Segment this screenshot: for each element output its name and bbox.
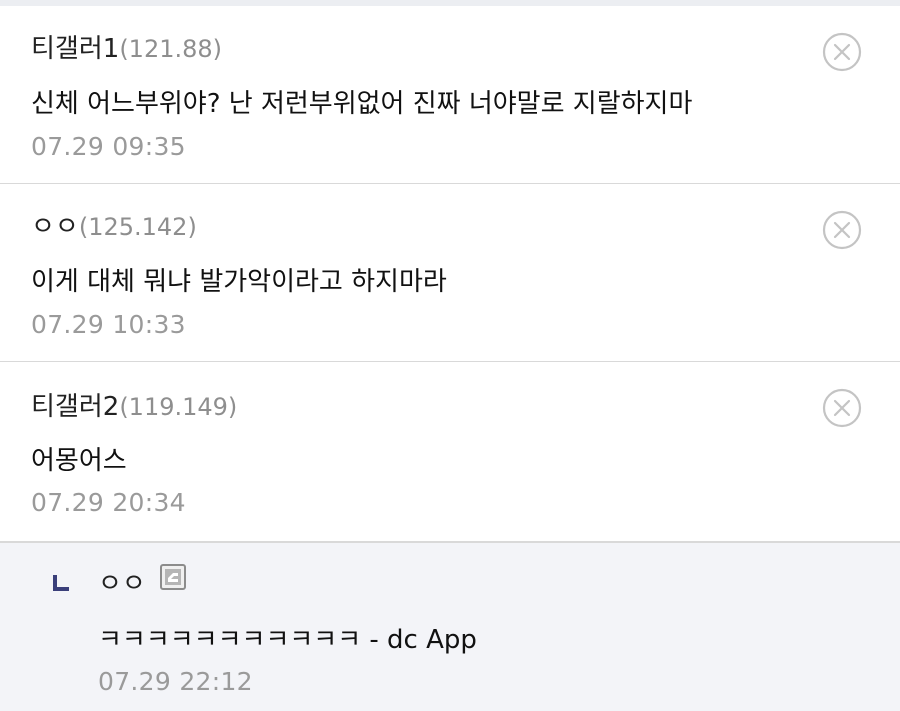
close-circle-icon	[822, 210, 862, 250]
reply-timestamp: 07.29 22:12	[98, 667, 253, 696]
comment-author[interactable]: 티갤러2	[31, 392, 119, 422]
comment-item: 티갤러1(121.88) 신체 어느부위야? 난 저런부위없어 진짜 너야말로 …	[0, 6, 900, 184]
comment-author[interactable]: 티갤러1	[31, 34, 119, 64]
reply-arrow-icon	[53, 575, 69, 591]
reply-author[interactable]: ㅇㅇ	[98, 563, 146, 600]
comment-author[interactable]: ㅇㅇ	[31, 212, 79, 242]
comment-author-line: 티갤러2(119.149)	[31, 386, 237, 423]
comment-ip: (119.149)	[119, 393, 238, 421]
comment-timestamp: 07.29 20:34	[31, 488, 186, 517]
comment-item: ㅇㅇ(125.142) 이게 대체 뭐냐 발가악이라고 하지마라 07.29 1…	[0, 184, 900, 362]
comment-timestamp: 07.29 10:33	[31, 310, 186, 339]
delete-comment-button[interactable]	[822, 32, 862, 72]
comment-author-line: ㅇㅇ(125.142)	[31, 206, 197, 243]
reply-item: ㅇㅇ ㅋㅋㅋㅋㅋㅋㅋㅋㅋㅋㅋ - dc App 07.29 22:12	[0, 543, 900, 711]
comment-body: 신체 어느부위야? 난 저런부위없어 진짜 너야말로 지랄하지마	[31, 89, 693, 119]
comment-body: 이게 대체 뭐냐 발가악이라고 하지마라	[31, 267, 447, 297]
comment-ip: (125.142)	[78, 213, 197, 241]
comment-author-line: 티갤러1(121.88)	[31, 28, 222, 65]
close-circle-icon	[822, 388, 862, 428]
delete-comment-button[interactable]	[822, 210, 862, 250]
reply-body: ㅋㅋㅋㅋㅋㅋㅋㅋㅋㅋㅋ - dc App	[98, 625, 477, 655]
comment-timestamp: 07.29 09:35	[31, 132, 186, 161]
close-circle-icon	[822, 32, 862, 72]
mobile-badge-icon	[160, 564, 186, 590]
comment-list: 티갤러1(121.88) 신체 어느부위야? 난 저런부위없어 진짜 너야말로 …	[0, 0, 900, 711]
comment-item: 티갤러2(119.149) 어몽어스 07.29 20:34	[0, 362, 900, 542]
delete-comment-button[interactable]	[822, 388, 862, 428]
comment-body: 어몽어스	[31, 446, 127, 476]
comment-ip: (121.88)	[119, 35, 223, 63]
